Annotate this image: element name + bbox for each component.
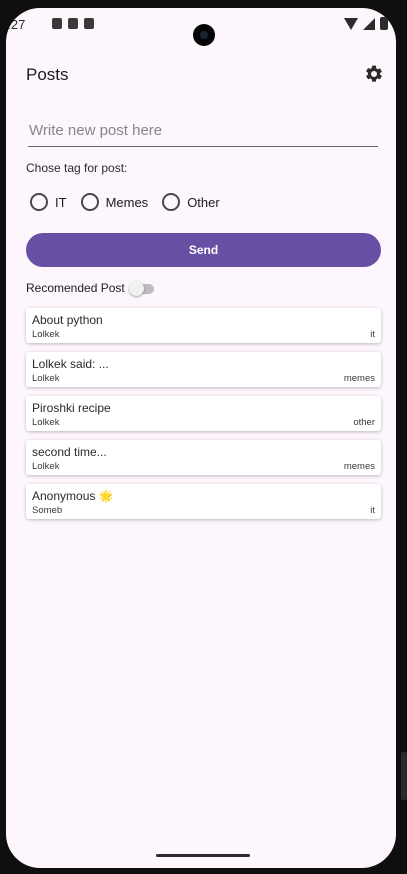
- shield-icon: [52, 18, 62, 29]
- send-button[interactable]: Send: [26, 233, 381, 267]
- battery-icon: [380, 17, 388, 30]
- side-button: [401, 752, 407, 800]
- status-time: 3:27: [6, 17, 26, 32]
- radio-memes[interactable]: Memes: [80, 193, 149, 211]
- post-title: second time...: [32, 445, 107, 459]
- post-author: Lolkek: [32, 461, 60, 472]
- radio-circle[interactable]: [30, 193, 48, 211]
- post-author: Lolkek: [32, 373, 60, 384]
- page-title: Posts: [26, 65, 69, 84]
- recommended-toggle[interactable]: [128, 281, 155, 296]
- post-tag: other: [353, 417, 375, 428]
- app-screen: 3:27 Posts Chose tag for post:: [6, 8, 396, 868]
- radio-label: IT: [55, 194, 67, 210]
- post-card[interactable]: Lolkek said: ... Lolkek memes: [26, 352, 381, 387]
- post-card[interactable]: Anonymous 🌟 Someb it: [26, 484, 381, 519]
- post-author: Lolkek: [32, 329, 60, 340]
- wifi-icon: [344, 17, 358, 30]
- radio-other[interactable]: Other: [162, 193, 220, 211]
- post-author: Lolkek: [32, 417, 60, 428]
- post-card[interactable]: Piroshki recipe Lolkek other: [26, 396, 381, 431]
- post-tag: it: [370, 329, 375, 340]
- post-list: About python Lolkek it Lolkek said: ... …: [26, 308, 381, 528]
- post-input-container: [28, 122, 379, 147]
- notification-icon: [68, 18, 78, 29]
- phone-frame: 3:27 Posts Chose tag for post:: [0, 0, 407, 874]
- status-indicators: [344, 17, 388, 30]
- status-bar: 3:27: [6, 8, 396, 46]
- notification-icons: [52, 18, 94, 29]
- post-tag: memes: [343, 461, 375, 472]
- signal-icon: [363, 17, 375, 30]
- post-tag: it: [370, 505, 375, 516]
- post-title: About python: [32, 313, 103, 327]
- post-card[interactable]: second time... Lolkek memes: [26, 440, 381, 475]
- post-author: Someb: [32, 505, 63, 516]
- post-title: Lolkek said: ...: [32, 357, 109, 371]
- radio-label: Other: [187, 194, 220, 210]
- radio-label: Memes: [105, 194, 149, 210]
- toggle-thumb[interactable]: [128, 281, 144, 296]
- tag-label: Chose tag for post:: [26, 161, 128, 175]
- tag-radio-group: IT Memes Other: [30, 193, 234, 211]
- new-post-input[interactable]: [28, 122, 379, 139]
- post-tag: memes: [343, 373, 375, 384]
- front-camera: [193, 24, 215, 46]
- radio-circle[interactable]: [80, 193, 99, 211]
- post-title: Anonymous 🌟: [32, 489, 114, 503]
- gesture-nav-bar[interactable]: [156, 854, 250, 857]
- post-title: Piroshki recipe: [32, 401, 111, 415]
- gear-icon[interactable]: [364, 64, 384, 84]
- radio-it[interactable]: IT: [30, 193, 67, 211]
- radio-circle[interactable]: [162, 193, 181, 211]
- post-card[interactable]: About python Lolkek it: [26, 308, 381, 343]
- sd-card-icon: [84, 18, 94, 29]
- recommended-label: Recomended Post: [26, 281, 125, 295]
- recommended-row: Recomended Post: [26, 281, 155, 296]
